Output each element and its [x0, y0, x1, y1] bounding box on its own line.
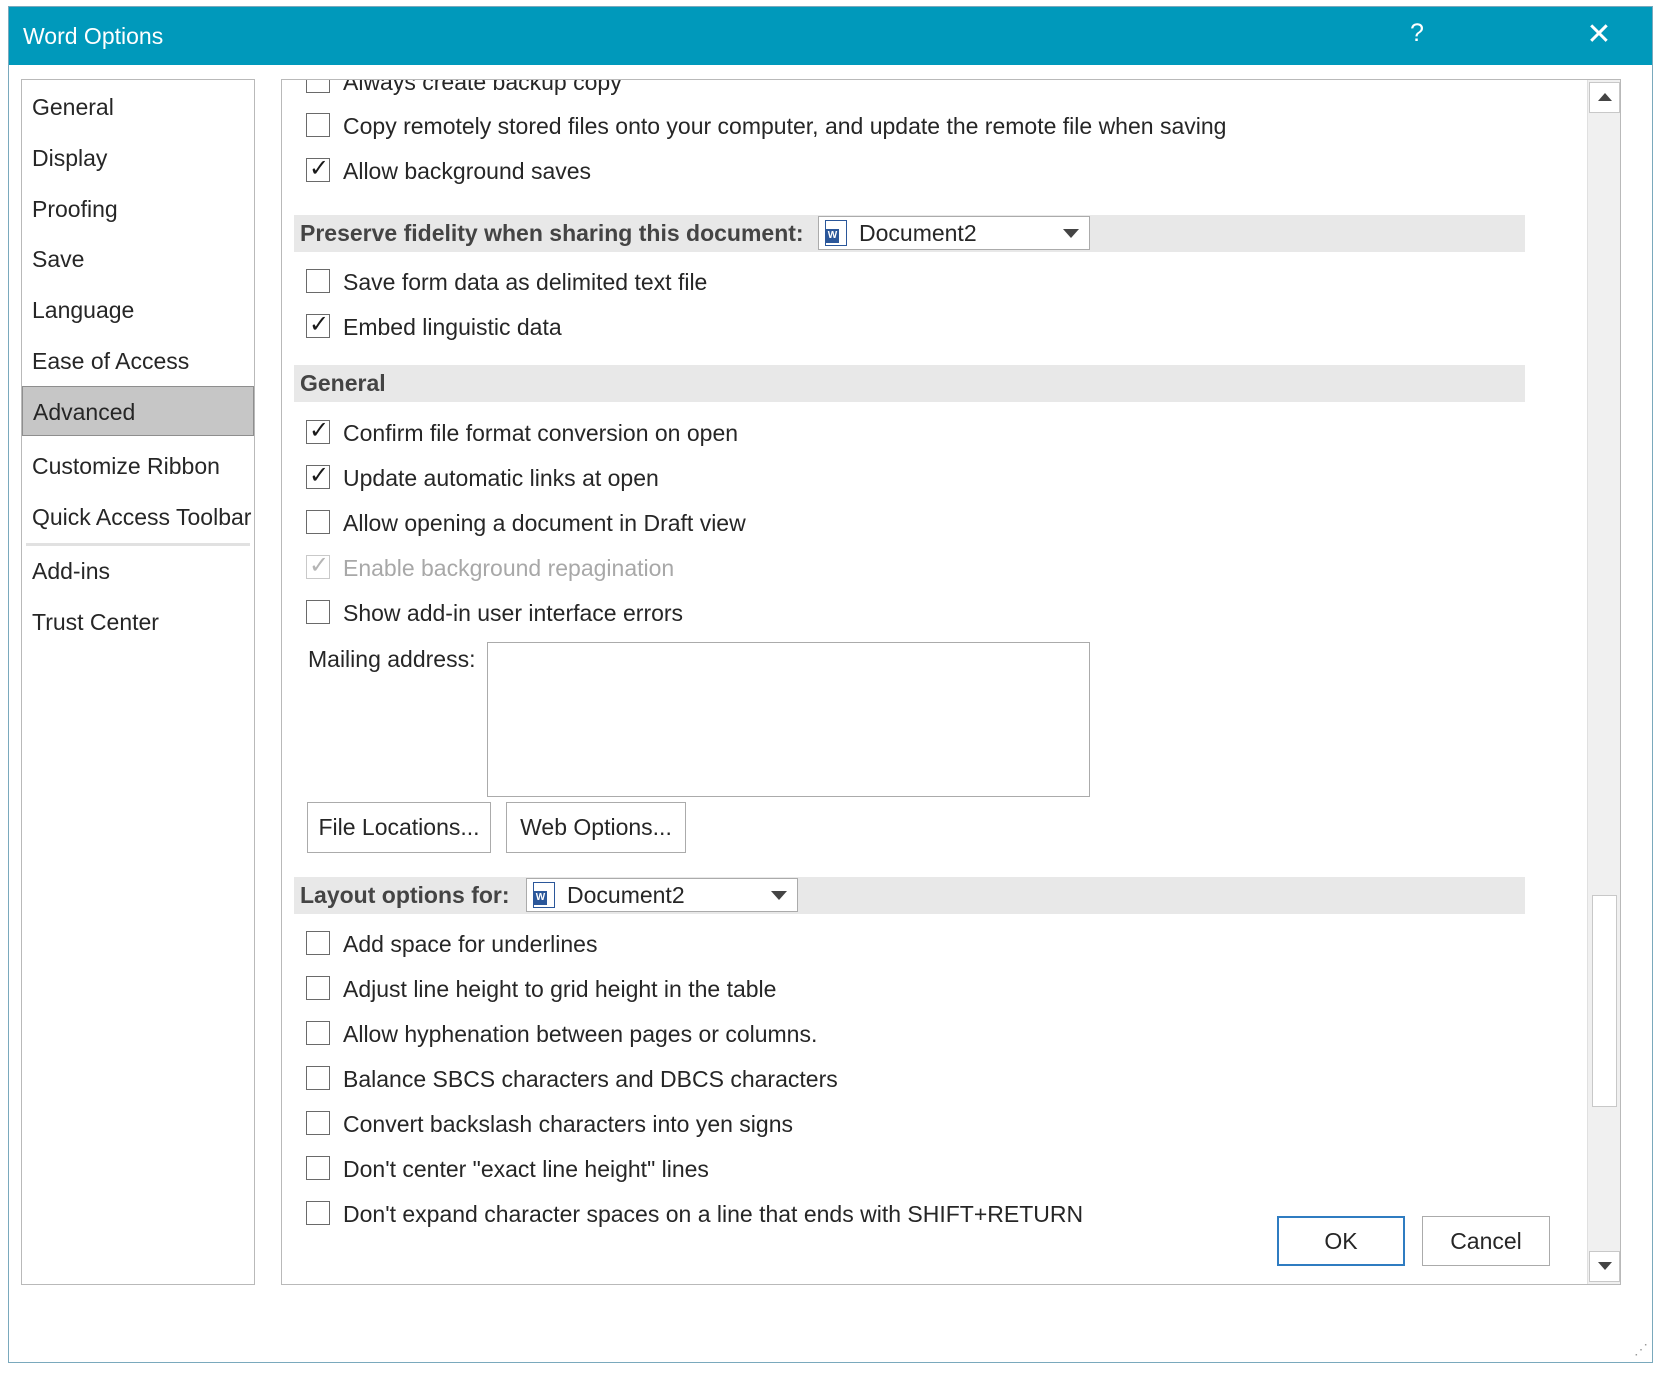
checkbox[interactable]	[306, 1021, 330, 1045]
checkbox[interactable]	[306, 1201, 330, 1225]
checkbox[interactable]: ✓	[306, 462, 330, 489]
checkmark-icon: ✓	[309, 462, 330, 489]
checkbox[interactable]	[306, 269, 330, 293]
checkbox[interactable]: ✓	[306, 311, 330, 338]
section-general: General	[294, 365, 1525, 402]
checkbox[interactable]	[306, 1156, 330, 1180]
mailing-address-label: Mailing address:	[308, 646, 476, 672]
nav-item-display[interactable]: Display	[22, 133, 254, 183]
cancel-button[interactable]: Cancel	[1422, 1216, 1550, 1266]
dialog-title: Word Options	[23, 23, 164, 49]
preserve-fidelity-document-select[interactable]: Document2	[818, 216, 1090, 250]
word-document-icon	[533, 882, 555, 908]
scroll-up-icon[interactable]	[1589, 82, 1620, 113]
checkmark-icon: ✓	[309, 417, 330, 444]
file-locations-button[interactable]: File Locations...	[307, 802, 491, 853]
checkbox[interactable]: ✓	[306, 155, 330, 182]
layout-options-document-select[interactable]: Document2	[526, 878, 798, 912]
checkbox: ✓	[306, 552, 330, 579]
ok-button[interactable]: OK	[1277, 1216, 1405, 1266]
checkbox[interactable]	[306, 931, 330, 955]
chevron-down-icon	[1063, 229, 1079, 238]
checkbox[interactable]	[306, 80, 330, 93]
checkbox[interactable]: ✓	[306, 417, 330, 444]
checkbox[interactable]	[306, 600, 330, 624]
section-preserve-fidelity: Preserve fidelity when sharing this docu…	[294, 215, 1525, 252]
title-bar: Word Options ? ✕	[9, 7, 1652, 65]
advanced-options-panel: Always create backup copy Copy remotely …	[281, 79, 1621, 1285]
close-button[interactable]: ✕	[1582, 17, 1616, 52]
web-options-button[interactable]: Web Options...	[506, 802, 686, 853]
resize-grip-icon[interactable]: ⋰	[1634, 1341, 1648, 1358]
scroll-down-icon[interactable]	[1589, 1251, 1620, 1282]
checkbox[interactable]	[306, 113, 330, 137]
mailing-address-field[interactable]	[487, 642, 1090, 797]
nav-item-ease-of-access[interactable]: Ease of Access	[22, 336, 254, 386]
nav-item-customize-ribbon[interactable]: Customize Ribbon	[22, 441, 254, 491]
nav-item-save[interactable]: Save	[22, 234, 254, 284]
nav-item-add-ins[interactable]: Add-ins	[22, 546, 254, 596]
checkmark-icon: ✓	[309, 155, 330, 182]
scrollbar-thumb[interactable]	[1592, 895, 1617, 1107]
vertical-scrollbar[interactable]	[1587, 80, 1620, 1284]
chevron-down-icon	[771, 891, 787, 900]
checkbox[interactable]	[306, 1111, 330, 1135]
nav-item-quick-access-toolbar[interactable]: Quick Access Toolbar	[22, 492, 254, 542]
word-document-icon	[825, 220, 847, 246]
checkmark-icon: ✓	[309, 311, 330, 338]
section-layout-options: Layout options for: Document2	[294, 877, 1525, 914]
nav-item-advanced[interactable]: Advanced	[22, 386, 254, 436]
word-options-dialog: Word Options ? ✕ General Display Proofin…	[8, 6, 1653, 1363]
nav-item-trust-center[interactable]: Trust Center	[22, 597, 254, 647]
checkbox[interactable]	[306, 510, 330, 534]
checkbox[interactable]	[306, 1066, 330, 1090]
nav-item-proofing[interactable]: Proofing	[22, 184, 254, 234]
nav-item-language[interactable]: Language	[22, 285, 254, 335]
nav-item-general[interactable]: General	[22, 82, 254, 132]
checkmark-icon: ✓	[309, 552, 330, 579]
category-nav: General Display Proofing Save Language E…	[21, 79, 255, 1285]
help-button[interactable]: ?	[1402, 19, 1432, 48]
checkbox[interactable]	[306, 976, 330, 1000]
